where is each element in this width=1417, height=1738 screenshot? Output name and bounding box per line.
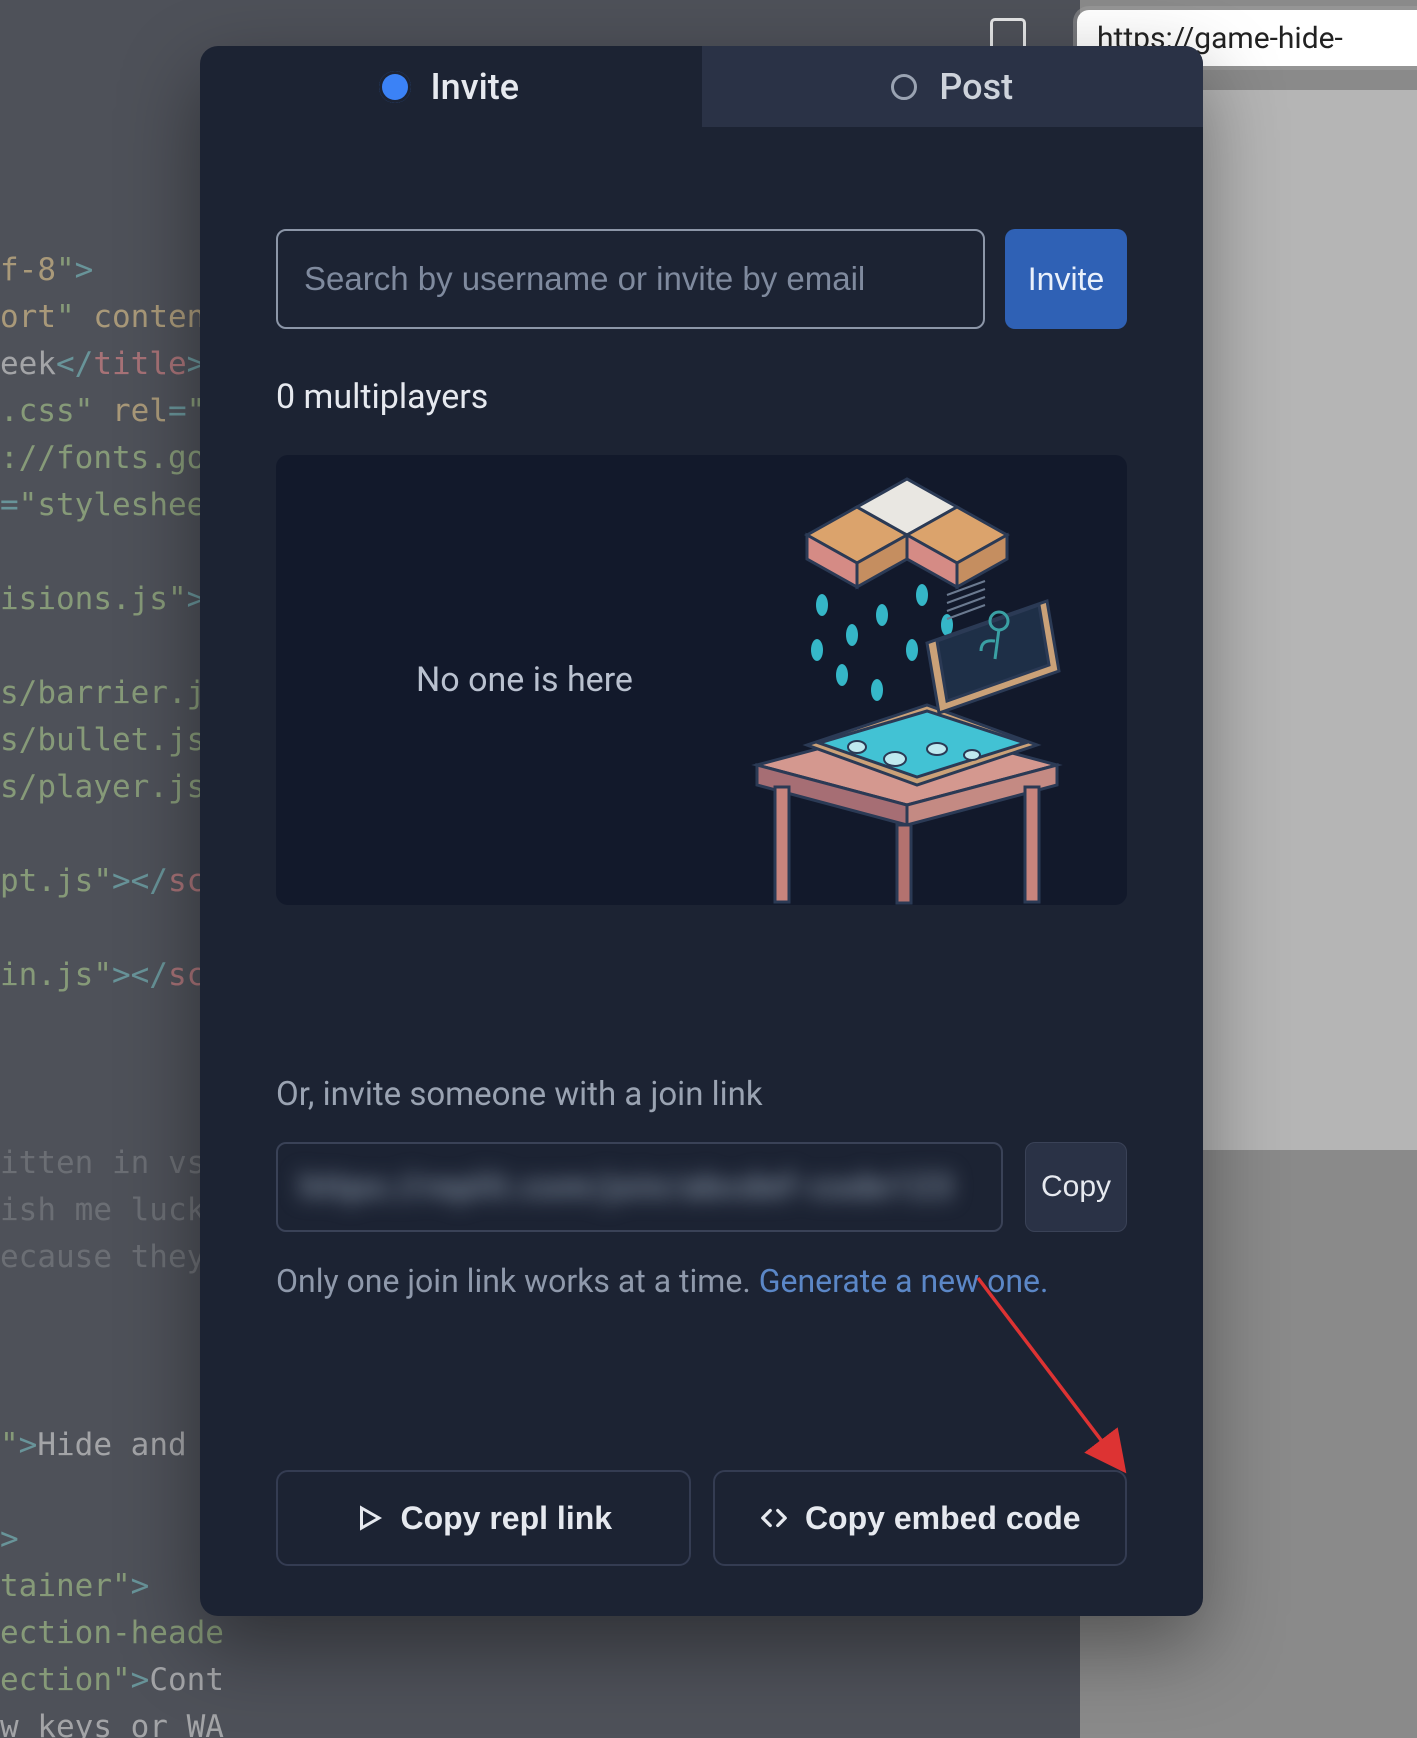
generate-new-link[interactable]: Generate a new one. bbox=[759, 1262, 1049, 1300]
tab-invite-label: Invite bbox=[430, 66, 519, 108]
copy-repl-link-button[interactable]: Copy repl link bbox=[276, 1470, 691, 1566]
join-link-value: https://replit.com/join/abcdef-code123 bbox=[300, 1167, 954, 1207]
copy-repl-link-label: Copy repl link bbox=[400, 1500, 612, 1537]
empty-state-text: No one is here bbox=[416, 660, 633, 700]
copy-embed-code-button[interactable]: Copy embed code bbox=[713, 1470, 1128, 1566]
empty-state-illustration bbox=[667, 465, 1087, 905]
join-link-hint-text: Only one join link works at a time. bbox=[276, 1262, 759, 1300]
tab-post[interactable]: Post bbox=[702, 46, 1204, 127]
tab-post-label: Post bbox=[939, 66, 1013, 108]
modal-tabs: Invite Post bbox=[200, 46, 1203, 127]
radio-unselected-icon bbox=[891, 74, 917, 100]
join-link-label: Or, invite someone with a join link bbox=[276, 1075, 1127, 1114]
empty-state-card: No one is here bbox=[276, 455, 1127, 905]
copy-join-link-button[interactable]: Copy bbox=[1025, 1142, 1127, 1232]
copy-embed-code-label: Copy embed code bbox=[805, 1500, 1081, 1537]
document-icon bbox=[990, 18, 1026, 48]
share-modal: Invite Post Invite 0 multiplayers No one… bbox=[200, 46, 1203, 1616]
multiplayers-count: 0 multiplayers bbox=[276, 377, 1127, 417]
join-link-input[interactable]: https://replit.com/join/abcdef-code123 bbox=[276, 1142, 1003, 1232]
tab-invite[interactable]: Invite bbox=[200, 46, 702, 127]
invite-button[interactable]: Invite bbox=[1005, 229, 1127, 329]
search-input[interactable] bbox=[276, 229, 985, 329]
play-icon bbox=[354, 1503, 384, 1533]
radio-selected-icon bbox=[382, 74, 408, 100]
code-icon bbox=[759, 1503, 789, 1533]
join-link-hint: Only one join link works at a time. Gene… bbox=[276, 1262, 1127, 1300]
